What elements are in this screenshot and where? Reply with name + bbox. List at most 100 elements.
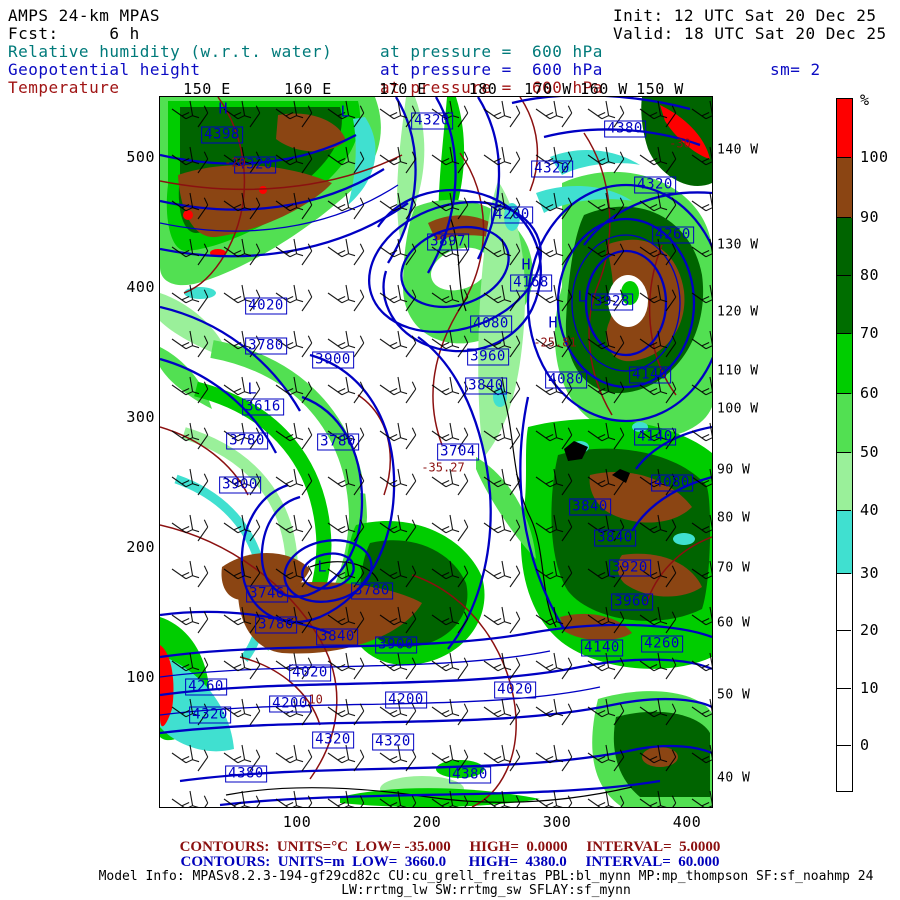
colorbar-segment bbox=[837, 158, 852, 218]
temperature-contour-label: -25.81 bbox=[533, 337, 576, 350]
pressure-center-marker: H bbox=[548, 316, 557, 331]
pressure-center-marker: L bbox=[577, 290, 586, 305]
height-contour-label: 3900 bbox=[219, 477, 261, 494]
axis-tick-label: 70 W bbox=[717, 561, 750, 576]
smoothing-note: sm= 2 bbox=[770, 62, 821, 78]
height-contour-label: 4020 bbox=[289, 665, 331, 682]
temperature-contour-label: -10 bbox=[301, 694, 323, 707]
colorbar-tick-line bbox=[836, 157, 851, 158]
colorbar-tick-label: 30 bbox=[860, 564, 879, 582]
height-contour-label: 3920 bbox=[609, 560, 651, 577]
axis-tick-label: 200 bbox=[126, 538, 155, 556]
field-rh-label: Relative humidity (w.r.t. water) bbox=[8, 44, 332, 60]
temperature-contour-label: -20 bbox=[224, 157, 246, 170]
colorbar-segment bbox=[837, 574, 852, 791]
colorbar-tick-line bbox=[836, 573, 851, 574]
field-ght-label: Geopotential height bbox=[8, 62, 201, 78]
wind-barbs-layer bbox=[160, 97, 712, 807]
valid-time: Valid: 18 UTC Sat 20 Dec 25 bbox=[613, 26, 887, 42]
colorbar-segment bbox=[837, 511, 852, 574]
height-contour-label: 4320 bbox=[312, 732, 354, 749]
pressure-center-marker: L bbox=[247, 382, 256, 397]
height-contour-label: 4380 bbox=[225, 766, 267, 783]
height-contour-label: 4320 bbox=[411, 113, 453, 130]
height-contour-label: 4020 bbox=[245, 298, 287, 315]
axis-tick-label: 100 W bbox=[717, 402, 759, 417]
colorbar-segment bbox=[837, 394, 852, 453]
colorbar-segment bbox=[837, 276, 852, 334]
pressure-center-marker: L bbox=[317, 560, 326, 575]
colorbar-tick-label: 10 bbox=[860, 679, 879, 697]
height-contour-label: 4140 bbox=[581, 640, 623, 657]
height-contour-label: 4320 bbox=[531, 161, 573, 178]
axis-tick-label: 100 bbox=[126, 668, 155, 686]
height-contour-label: 4260 bbox=[185, 679, 227, 696]
colorbar-tick-line bbox=[836, 333, 851, 334]
height-contour-label: 3900 bbox=[312, 352, 354, 369]
height-contour-label: 3897 bbox=[427, 234, 469, 251]
axis-tick-label: 90 W bbox=[717, 463, 750, 478]
colorbar-tick-label: 100 bbox=[860, 148, 889, 166]
axis-tick-label: 300 bbox=[126, 408, 155, 426]
height-contour-label: 4320 bbox=[372, 734, 414, 751]
colorbar-segment bbox=[837, 218, 852, 276]
height-contour-label: 3780 bbox=[245, 338, 287, 355]
colorbar-tick-label: 80 bbox=[860, 266, 879, 284]
colorbar-tick-line bbox=[836, 510, 851, 511]
pressure-center-marker: H bbox=[218, 102, 227, 117]
height-contour-label: 3840 bbox=[569, 499, 611, 516]
axis-tick-label: 140 W bbox=[717, 143, 759, 158]
axis-tick-label: 300 bbox=[543, 813, 572, 831]
height-contour-label: 3616 bbox=[242, 399, 284, 416]
height-contour-label: 4320 bbox=[634, 177, 676, 194]
height-contour-label: 4380 bbox=[449, 767, 491, 784]
field-rh-level: at pressure = 600 hPa bbox=[380, 44, 603, 60]
axis-tick-label: 50 W bbox=[717, 688, 750, 703]
height-contour-label: 4260 bbox=[641, 636, 683, 653]
axis-tick-label: 100 bbox=[283, 813, 312, 831]
colorbar-tick-label: 0 bbox=[860, 736, 870, 754]
colorbar-tick-line bbox=[836, 745, 851, 746]
model-info-line-2: LW:rrtmg_lw SW:rrtmg_sw SFLAY:sf_mynn bbox=[341, 883, 631, 898]
colorbar-tick-label: 60 bbox=[860, 384, 879, 402]
colorbar-segment bbox=[837, 99, 852, 158]
colorbar-tick-line bbox=[836, 452, 851, 453]
height-contour-label: 4398 bbox=[201, 127, 243, 144]
colorbar-segment bbox=[837, 334, 852, 394]
height-contour-label: 3780 bbox=[351, 583, 393, 600]
forecast-hour: Fcst: 6 h bbox=[8, 26, 140, 42]
init-time: Init: 12 UTC Sat 20 Dec 25 bbox=[613, 8, 876, 24]
axis-tick-label: 80 W bbox=[717, 511, 750, 526]
colorbar-tick-line bbox=[836, 217, 851, 218]
height-contour-label: 3780 bbox=[255, 617, 297, 634]
height-contour-label: 3960 bbox=[467, 349, 509, 366]
axis-tick-label: 500 bbox=[126, 148, 155, 166]
colorbar-tick-line bbox=[836, 688, 851, 689]
axis-tick-label: 120 W bbox=[717, 305, 759, 320]
height-contour-label: 3840 bbox=[594, 530, 636, 547]
height-contour-label: 3840 bbox=[316, 629, 358, 646]
axis-tick-label: 130 W bbox=[717, 238, 759, 253]
field-temp-label: Temperature bbox=[8, 80, 119, 96]
colorbar-tick-label: 90 bbox=[860, 208, 879, 226]
height-contour-label: 4080 bbox=[545, 372, 587, 389]
height-contour-label: 4140 bbox=[634, 429, 676, 446]
forecast-map: 4398432043804320432042604200389743204020… bbox=[159, 96, 713, 808]
colorbar-tick-line bbox=[836, 630, 851, 631]
height-contour-label: 3928 bbox=[591, 294, 633, 311]
height-contour-label: 4168 bbox=[510, 275, 552, 292]
colorbar-segment bbox=[837, 453, 852, 511]
height-contour-label: 4020 bbox=[494, 682, 536, 699]
height-contour-label: 4260 bbox=[652, 227, 694, 244]
height-contour-label: 3900 bbox=[375, 637, 417, 654]
height-contour-label: 3704 bbox=[437, 444, 479, 461]
height-contour-label: 3780 bbox=[226, 433, 268, 450]
colorbar-tick-label: 50 bbox=[860, 443, 879, 461]
axis-tick-label: 60 W bbox=[717, 616, 750, 631]
colorbar-tick-line bbox=[836, 393, 851, 394]
height-contour-label: 3960 bbox=[611, 594, 653, 611]
temperature-contour-label: -35.27 bbox=[421, 462, 464, 475]
axis-tick-label: 110 W bbox=[717, 364, 759, 379]
axis-tick-label: 400 bbox=[673, 813, 702, 831]
height-contour-label: 3746 bbox=[246, 586, 288, 603]
